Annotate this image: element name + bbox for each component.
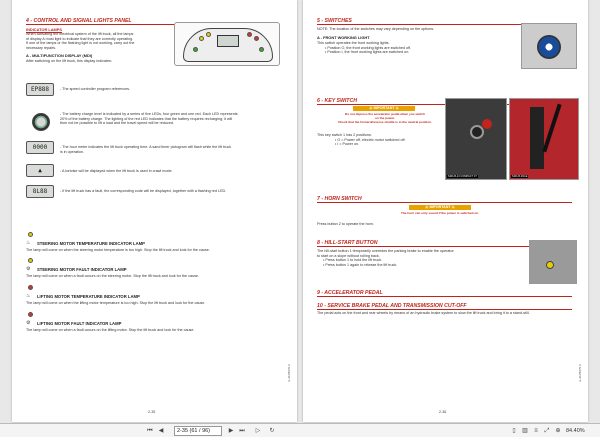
lcd-program-reference: EP888 <box>26 83 54 96</box>
section-title-service-brake: 10 - SERVICE BRAKE PEDAL AND TRANSMISSIO… <box>317 303 572 310</box>
display-item-line: - If the lift truck has a fault, the cor… <box>60 189 227 193</box>
lamp-text: The lamp will come on when the lifting m… <box>26 301 206 305</box>
steering-column-shape <box>530 107 544 169</box>
single-page-view-icon[interactable]: ▯ <box>510 427 518 435</box>
lcd-hour-meter: 0000 <box>26 141 54 154</box>
key-switch-photo-2: SMA B-16GE <box>509 98 579 180</box>
horn-button-icon <box>482 119 492 129</box>
two-page-view-icon[interactable]: ▥ <box>521 427 529 435</box>
viewer-toolbar: ⏮ ◀ 2-35 (61 / 96) ▶ ⏭ ▷ ↻ ▯ ▥ ≡ ⤢ ⊕ 84.… <box>0 423 600 437</box>
display-item-text: - The hour meter indicates the lift truc… <box>60 145 290 154</box>
front-light-heading: A - FRONT WORKING LIGHT <box>317 35 370 40</box>
page-number-field[interactable]: 2-35 (61 / 96) <box>174 426 222 436</box>
panel-lamp-icon <box>259 47 264 52</box>
text-line: • Position I, the front working lights a… <box>325 50 410 55</box>
display-item-line: - A tortoise will be displayed when the … <box>60 169 173 173</box>
display-item-text: - A tortoise will be displayed when the … <box>60 169 290 174</box>
text-line: • I = Power on. <box>335 142 360 147</box>
steering-temp-lamp-icon <box>28 232 33 237</box>
key-switch-text: This key switch 1 has 2 positions: • O =… <box>317 133 437 147</box>
warning-line: Check that the forward/reverse shuttle i… <box>338 119 432 124</box>
front-light-text: This switch operates the front working l… <box>317 41 492 55</box>
zoom-level[interactable]: 84.40% <box>566 427 585 435</box>
horn-text: Press button 2 to operate the horn. <box>317 222 374 226</box>
important-label: IMPORTANT <box>429 205 451 209</box>
document-reference: E-3F25070 A <box>578 364 582 382</box>
text-line: • Press button 1 again to release the li… <box>323 262 398 267</box>
fit-page-icon[interactable]: ⤢ <box>543 427 551 435</box>
page-number: 2-35 <box>148 410 156 414</box>
photo-caption: SMA B-13 COMPACT 1T <box>447 175 478 178</box>
page-number: 2-36 <box>439 410 447 414</box>
lifting-thermometer-icon: ♨ <box>26 293 31 299</box>
left-page: 4 - CONTROL AND SIGNAL LIGHTS PANEL INDI… <box>12 0 297 422</box>
lever-shape <box>542 103 562 153</box>
next-page-icon[interactable]: ▶ <box>227 427 235 435</box>
control-panel-illustration <box>174 22 280 66</box>
display-item-line: - The speed controller program reference… <box>60 87 131 91</box>
continuous-view-icon[interactable]: ≡ <box>532 427 540 435</box>
display-item-text: - The speed controller program reference… <box>60 87 290 92</box>
prev-page-icon[interactable]: ◀ <box>157 427 165 435</box>
lifting-temp-lamp-icon <box>28 285 33 290</box>
lcd-tortoise-icon: ▲ <box>26 164 54 177</box>
horn-warning: The horn can only sound if the power is … <box>400 211 480 215</box>
photo-caption: SMA B-16GE <box>511 175 529 178</box>
play-icon[interactable]: ▷ <box>254 427 262 435</box>
section-title-control-panel: 4 - CONTROL AND SIGNAL LIGHTS PANEL <box>26 18 176 25</box>
first-page-icon[interactable]: ⏮ <box>146 427 154 435</box>
section-title-horn: 7 - HORN SWITCH <box>317 196 572 203</box>
hill-start-text: The hill-start button 1 temporarily over… <box>317 249 517 267</box>
key-icon <box>470 125 484 139</box>
rotate-icon[interactable]: ↻ <box>268 427 276 435</box>
key-switch-warning: Do not depress the accelerator pedal whe… <box>331 112 439 124</box>
important-banner: ⚠ IMPORTANT ⚠ <box>353 106 415 111</box>
lamp-text: The lamp will come on when a fault occur… <box>26 328 195 332</box>
right-page: 5 - SWITCHES NOTE: The location of the s… <box>303 0 588 422</box>
lamp-title: LIFTING MOTOR TEMPERATURE INDICATOR LAMP <box>37 294 140 299</box>
last-page-icon[interactable]: ⏭ <box>238 427 246 435</box>
display-item-line: is in operation. <box>60 149 84 154</box>
panel-lamp-icon <box>247 32 252 37</box>
panel-lamp-icon <box>254 36 259 41</box>
display-intro: After switching on the lift truck, this … <box>26 59 112 63</box>
display-item-line: then not be possible to lift a load and … <box>60 121 174 126</box>
switch-knob-icon <box>537 35 561 59</box>
display-item-text: - The battery charge level is indicated … <box>60 112 290 126</box>
panel-lamp-icon <box>199 36 204 41</box>
important-banner: ⚠ IMPORTANT ⚠ <box>409 205 471 210</box>
panel-display <box>217 35 239 47</box>
lamp-text: The lamp will come on when a fault occur… <box>26 274 199 278</box>
important-label: IMPORTANT <box>373 106 395 110</box>
steering-motor-icon: ⚙ <box>26 266 31 272</box>
display-heading: A - MULTIFUNCTION DISPLAY (MDI) <box>26 53 93 58</box>
display-item-text: - If the lift truck has a fault, the cor… <box>60 189 290 194</box>
switches-note: NOTE: The location of the switches may v… <box>317 27 435 31</box>
lifting-fault-lamp-icon <box>28 312 33 317</box>
steering-fault-lamp-icon <box>28 258 33 263</box>
lamp-title: STEERING MOTOR FAULT INDICATOR LAMP <box>37 267 127 272</box>
lcd-fault-code: 8L88 <box>26 185 54 198</box>
intro-line: necessary repairs. <box>26 45 57 50</box>
battery-gauge-icon <box>32 113 50 131</box>
lamp-title: LIFTING MOTOR FAULT INDICATOR LAMP <box>37 321 122 326</box>
intro-paragraph: When activating the electrical system of… <box>26 32 171 50</box>
thermometer-icon: ♨ <box>26 240 31 246</box>
document-reference: E-3F25070 A <box>287 364 291 382</box>
panel-lamp-icon <box>193 47 198 52</box>
panel-lamp-icon <box>206 32 211 37</box>
lamp-text: The lamp will come on when the steering … <box>26 248 210 252</box>
service-brake-text: The pedal acts on the front and rear whe… <box>317 311 530 315</box>
hill-start-button-icon <box>546 261 554 269</box>
section-title-accelerator: 9 - ACCELERATOR PEDAL <box>317 290 572 297</box>
lifting-motor-icon: ⚙ <box>26 320 31 326</box>
key-switch-photo-1: SMA B-13 COMPACT 1T <box>445 98 507 180</box>
zoom-icon[interactable]: ⊕ <box>554 427 562 435</box>
lamp-title: STEERING MOTOR TEMPERATURE INDICATOR LAM… <box>37 241 145 246</box>
hill-start-photo <box>529 240 577 284</box>
switch-photo <box>521 23 577 69</box>
